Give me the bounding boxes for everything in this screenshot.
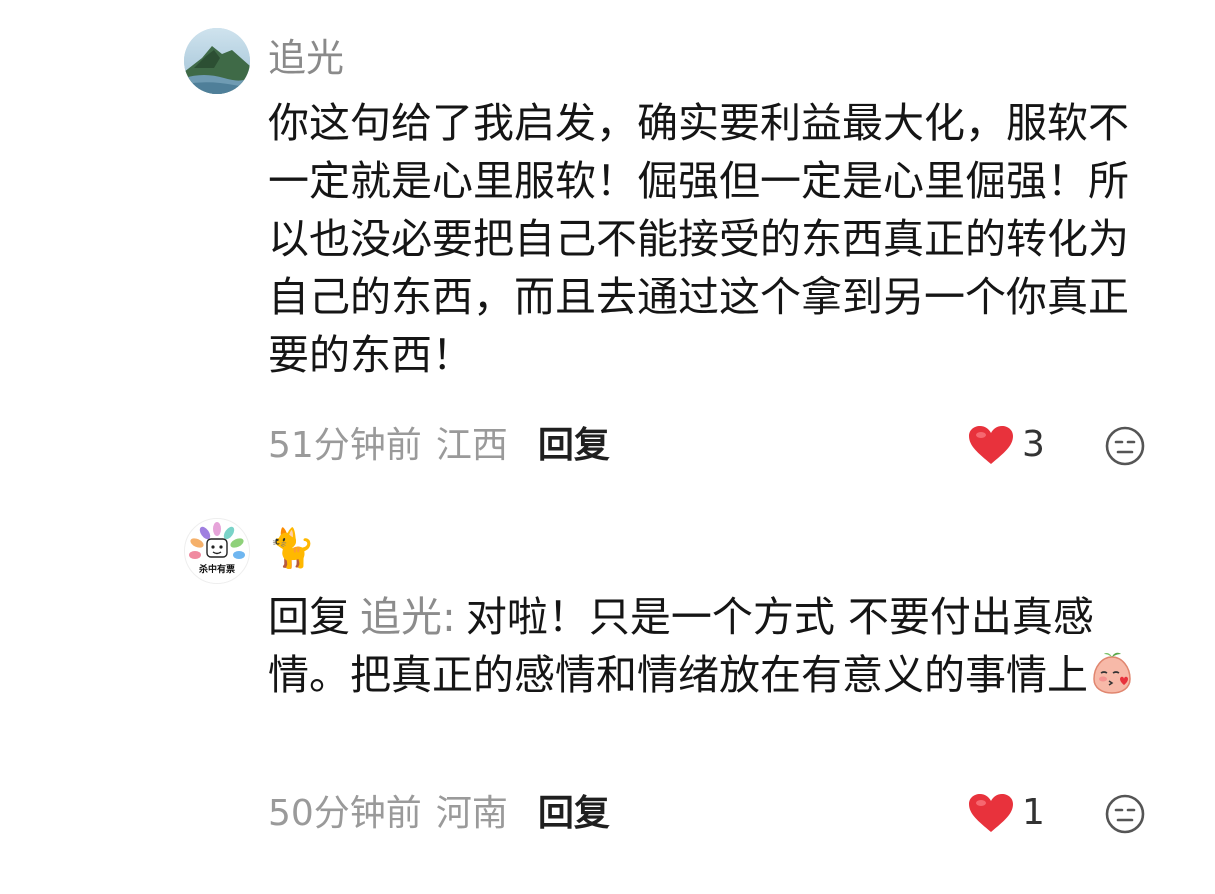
location: 河南 (435, 793, 508, 834)
comment-text: 你这句给了我启发，确实要利益最大化，服软不一定就是心里服软！倔强但一定是心里倔强… (268, 99, 1129, 379)
comment-text: 回复 追光: 对啦！只是一个方式 不要付出真感情。把真正的感情和情绪放在有意义的事情… (268, 588, 1153, 704)
timestamp: 50分钟前 (268, 793, 422, 834)
like-button[interactable]: 3 (968, 424, 1045, 465)
colorful-badge-avatar-icon: 杀中有票 (185, 519, 249, 583)
dislike-button[interactable] (1105, 794, 1145, 834)
like-count: 3 (1022, 424, 1045, 465)
comment-meta: 50分钟前 河南 回复 (268, 792, 610, 836)
dislike-button[interactable] (1105, 426, 1145, 466)
username[interactable]: 追光 (268, 34, 344, 82)
avatar-badge-text: 杀中有票 (199, 563, 235, 575)
like-button[interactable]: 1 (968, 792, 1045, 833)
unamused-face-icon (1105, 426, 1145, 466)
unamused-face-icon (1105, 794, 1145, 834)
reply-button[interactable]: 回复 (538, 425, 610, 466)
heart-icon (969, 425, 1013, 464)
comment-thread: 追光 你这句给了我启发，确实要利益最大化，服软不一定就是心里服软！倔强但一定是心… (0, 0, 1215, 894)
blushing-face-emoji-icon (1090, 651, 1134, 695)
comment-meta: 51分钟前 江西 回复 (268, 424, 610, 468)
mountain-lake-avatar-icon (184, 28, 250, 94)
username[interactable]: 🐈 (268, 524, 315, 572)
timestamp: 51分钟前 (268, 425, 422, 466)
heart-icon (969, 793, 1013, 832)
user-avatar[interactable]: 杀中有票 (184, 518, 250, 584)
reply-prefix: 回复 (268, 593, 350, 641)
like-count: 1 (1022, 792, 1045, 833)
location: 江西 (435, 425, 508, 466)
reply-target-username[interactable]: 追光: (360, 593, 456, 641)
reply-button[interactable]: 回复 (538, 793, 610, 834)
user-avatar[interactable] (184, 28, 250, 94)
